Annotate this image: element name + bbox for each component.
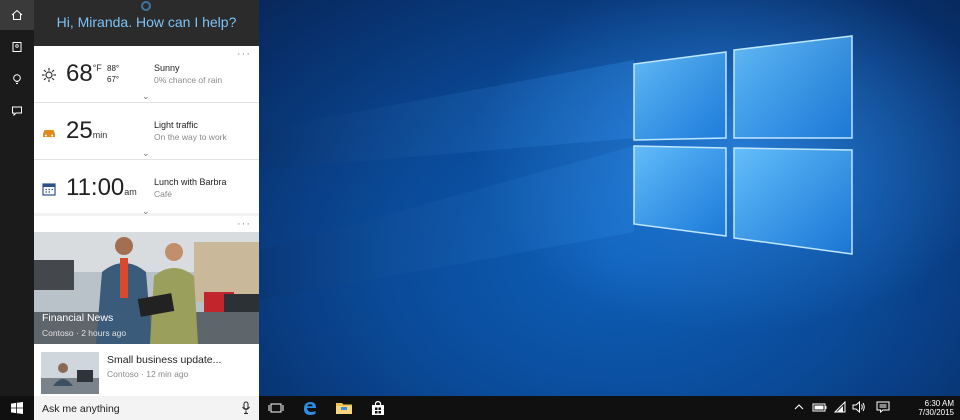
microphone-icon[interactable] [241, 401, 251, 415]
briefing-card: ··· 68°F 88° 67° Sunny 0% chance of rain … [34, 46, 259, 216]
office-worker-photo [41, 352, 99, 394]
news-headline[interactable]: Financial News [42, 312, 113, 324]
traffic-row[interactable]: 25min Light traffic On the way to work ⌄ [34, 103, 259, 160]
cortana-nav-rail [0, 0, 34, 396]
action-center-icon[interactable] [876, 401, 890, 413]
chevron-up-icon[interactable] [794, 401, 804, 413]
store-icon [372, 400, 384, 415]
cortana-search-box[interactable]: Ask me anything [34, 396, 259, 420]
chevron-down-icon[interactable]: ⌄ [142, 91, 150, 102]
task-view-icon [268, 403, 284, 413]
event-time: 11:00am [66, 174, 137, 202]
edge-button[interactable] [293, 396, 327, 420]
weather-row[interactable]: 68°F 88° 67° Sunny 0% chance of rain ⌄ [34, 46, 259, 103]
volume-icon[interactable] [852, 401, 866, 413]
cortana-panel: Hi, Miranda. How can I help? ··· 68°F 88… [34, 0, 259, 396]
feedback-button[interactable] [0, 96, 34, 126]
file-explorer-icon [336, 403, 352, 414]
car-icon [43, 130, 55, 137]
battery-icon[interactable] [812, 401, 828, 413]
task-view-button[interactable] [259, 396, 293, 420]
chevron-down-icon[interactable]: ⌄ [142, 148, 150, 159]
temperature-value: 68°F [66, 60, 102, 88]
weather-condition: Sunny [154, 63, 180, 73]
notebook-icon [12, 42, 22, 52]
start-button[interactable] [0, 396, 34, 420]
more-options-icon[interactable]: ··· [237, 218, 251, 230]
cortana-circle-icon [141, 1, 151, 11]
high-temp: 88° [107, 64, 120, 73]
clock[interactable]: 6:30 AM 7/30/2015 [918, 399, 954, 417]
calendar-icon [42, 183, 56, 196]
event-ampm: am [124, 187, 137, 197]
cortana-greeting: Hi, Miranda. How can I help? [56, 14, 237, 30]
commute-number: 25 [66, 117, 93, 144]
clock-time: 6:30 AM [924, 399, 954, 408]
windows-start-icon [11, 402, 23, 414]
sun-icon [42, 68, 56, 82]
low-temp: 67° [107, 75, 120, 84]
system-tray: 6:30 AM 7/30/2015 [790, 396, 960, 420]
event-time-number: 11:00 [66, 174, 125, 201]
reminders-button[interactable] [0, 64, 34, 94]
clock-date: 7/30/2015 [918, 408, 954, 417]
chat-bubble-icon [12, 106, 22, 117]
file-explorer-button[interactable] [327, 396, 361, 420]
news-card: ··· Financial News Contoso · 2 hours ago… [34, 216, 259, 396]
event-title: Lunch with Barbra [154, 177, 227, 187]
cortana-header: Hi, Miranda. How can I help? [34, 0, 259, 46]
network-icon[interactable] [834, 401, 846, 413]
lightbulb-icon [13, 74, 21, 84]
commute-unit: min [92, 130, 108, 140]
high-low-temps: 88° 67° [107, 63, 119, 85]
news-source-time: Contoso · 2 hours ago [42, 328, 127, 338]
traffic-title: Light traffic [154, 120, 198, 130]
notebook-button[interactable] [0, 32, 34, 62]
event-location: Café [154, 189, 172, 199]
store-button[interactable] [361, 396, 395, 420]
taskbar: Ask me anything 6:30 AM 7/30/2015 [0, 396, 960, 420]
edge-browser-icon [304, 402, 316, 415]
calendar-row[interactable]: 11:00am Lunch with Barbra Café ⌄ [34, 160, 259, 217]
traffic-detail: On the way to work [154, 132, 227, 142]
commute-time: 25min [66, 117, 107, 145]
news-thumbnail[interactable] [41, 352, 99, 394]
weather-detail: 0% chance of rain [154, 75, 223, 85]
home-button[interactable] [0, 0, 34, 30]
temperature-number: 68 [66, 60, 93, 87]
search-input[interactable]: Ask me anything [42, 403, 120, 415]
news-headline[interactable]: Small business update... [107, 354, 221, 366]
temperature-unit: °F [92, 63, 102, 73]
news-source-time: Contoso · 12 min ago [107, 369, 189, 379]
home-icon [11, 9, 23, 20]
